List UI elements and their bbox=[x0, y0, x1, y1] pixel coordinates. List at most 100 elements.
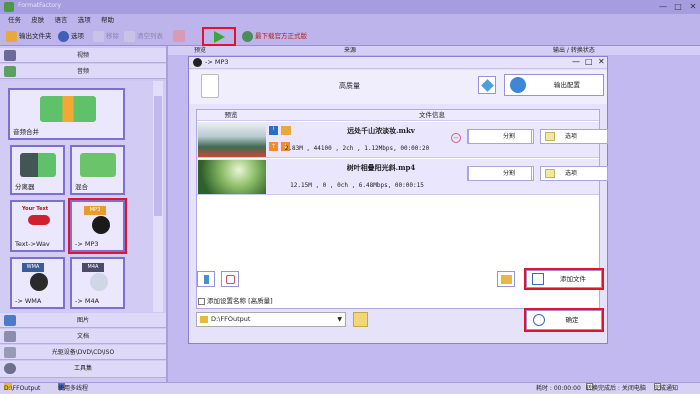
minimize-button[interactable]: — bbox=[656, 0, 670, 14]
splitter-icon bbox=[20, 153, 56, 177]
output-path-select[interactable]: D:\FFOutput ▼ bbox=[196, 312, 346, 327]
tile-text-to-wav[interactable]: Your Text Text->Wav bbox=[10, 200, 65, 252]
sidebar-category-audio[interactable]: 音频 bbox=[0, 64, 166, 79]
dialog-maximize-button[interactable]: □ bbox=[585, 57, 593, 66]
menu-language[interactable]: 语言 bbox=[54, 14, 67, 27]
play-icon bbox=[214, 31, 225, 43]
menu-bar: 任务 皮肤 语言 选项 帮助 bbox=[0, 14, 700, 27]
stop-button[interactable] bbox=[173, 30, 187, 43]
clear-icon bbox=[226, 275, 235, 284]
elapsed-time: 耗时 : 00:00:00 bbox=[536, 385, 581, 392]
info-icon[interactable]: i bbox=[269, 126, 278, 135]
output-config-label: 输出配置 bbox=[554, 81, 580, 89]
dialog-profile-bar: 高质量 输出配置 bbox=[189, 70, 607, 104]
maximize-button[interactable]: □ bbox=[671, 0, 685, 14]
remove-icon bbox=[93, 30, 104, 42]
table-header-preview: 预览 bbox=[197, 110, 265, 121]
folder-icon bbox=[6, 30, 17, 42]
split-button[interactable]: 分割 bbox=[468, 129, 532, 144]
remove-label: 移除 bbox=[106, 32, 119, 40]
audio-joiner-icon bbox=[40, 96, 96, 122]
add-folder-button[interactable] bbox=[497, 271, 515, 287]
title-bar: FormatFactory — □ ✕ bbox=[0, 0, 700, 14]
browse-folder-button[interactable] bbox=[353, 312, 368, 327]
disc-drive-icon bbox=[4, 347, 16, 358]
file-options-button[interactable]: 选项 bbox=[540, 129, 608, 144]
header-output: 输出 / 转换状态 bbox=[553, 47, 595, 54]
dialog-close-button[interactable]: ✕ bbox=[598, 57, 605, 66]
layers-button[interactable] bbox=[478, 76, 496, 94]
split-button[interactable]: 分割 bbox=[468, 166, 532, 181]
chevron-down-icon: ▼ bbox=[337, 316, 342, 323]
menu-skin[interactable]: 皮肤 bbox=[31, 14, 44, 27]
menu-task[interactable]: 任务 bbox=[8, 14, 21, 27]
options-button[interactable]: 选项 bbox=[58, 30, 84, 43]
close-button[interactable]: ✕ bbox=[686, 0, 700, 14]
category-video-label: 视频 bbox=[76, 52, 89, 59]
status-bar: D:\FFOutput 使用多线程 耗时 : 00:00:00 转换完成后 : … bbox=[0, 382, 700, 394]
m4a-disc-shape bbox=[90, 273, 108, 291]
file-options-label: 选项 bbox=[564, 170, 577, 177]
tools-icon bbox=[4, 363, 16, 374]
tile-to-wma-label: -> WMA bbox=[15, 297, 42, 305]
start-button[interactable] bbox=[202, 27, 236, 46]
lips-icon: Your Text bbox=[22, 206, 56, 232]
stop-icon bbox=[173, 30, 185, 42]
dialog-title-bar: -> MP3 — □ ✕ bbox=[189, 57, 607, 69]
clear-icon bbox=[124, 30, 135, 42]
dialog-title: -> MP3 bbox=[205, 58, 229, 66]
mix-icon bbox=[80, 153, 116, 177]
audio-split-button[interactable] bbox=[197, 271, 215, 287]
picture-icon bbox=[4, 315, 16, 326]
mp3-dialog: -> MP3 — □ ✕ 高质量 输出配置 预览 文件信息 i ↑ ↓ 远处千山… bbox=[188, 56, 608, 344]
after-convert-label: 转换完成后 : 关闭电脑 bbox=[586, 385, 646, 392]
table-row[interactable]: 树叶相叠阳光斜.mp4 12.15M , 0 , 0ch , 6.48Mbps,… bbox=[197, 159, 608, 195]
tile-audio-joiner-label: 音频合并 bbox=[13, 128, 39, 136]
output-folder-button[interactable]: 输出文件夹 bbox=[6, 30, 52, 43]
add-setting-name-checkbox[interactable]: 添加设置名称 [高质量] bbox=[198, 295, 273, 305]
output-folder-label: 输出文件夹 bbox=[19, 32, 52, 40]
highlight-to-mp3 bbox=[68, 198, 127, 254]
wma-badge: WMA bbox=[22, 263, 44, 272]
tile-to-m4a[interactable]: M4A -> M4A bbox=[70, 257, 125, 309]
file-name: 树叶相叠阳光斜.mp4 bbox=[346, 163, 416, 172]
menu-help[interactable]: 帮助 bbox=[101, 14, 114, 27]
highlight-add-file bbox=[524, 268, 604, 290]
waveform-icon bbox=[204, 275, 209, 284]
quality-label: 高质量 bbox=[339, 82, 360, 90]
table-row[interactable]: i ↑ ↓ 远处千山浓淡妆.mkv 2.83M , 44100 , 2ch , … bbox=[197, 122, 608, 158]
tile-splitter[interactable]: 分离器 bbox=[10, 145, 65, 195]
music-note-icon bbox=[4, 66, 16, 77]
m4a-badge: M4A bbox=[82, 263, 104, 272]
clear-files-button[interactable] bbox=[221, 271, 239, 287]
gear-icon bbox=[510, 77, 526, 93]
sidebar-category-picture[interactable]: 图片 bbox=[0, 313, 166, 328]
sidebar-category-tools[interactable]: 工具集 bbox=[0, 361, 166, 378]
sidebar-category-video[interactable]: 视频 bbox=[0, 48, 166, 63]
remove-file-icon[interactable]: − bbox=[451, 133, 461, 143]
file-thumbnail bbox=[198, 160, 266, 194]
notify-label: 完成通知 bbox=[654, 385, 679, 392]
sidebar-category-disc[interactable]: 光驱设备\DVD\CD\ISO bbox=[0, 345, 166, 360]
checkbox-box[interactable] bbox=[198, 297, 205, 305]
download-official-link[interactable]: 最下载官方正式版 bbox=[242, 30, 307, 43]
output-config-button[interactable]: 输出配置 bbox=[504, 74, 604, 96]
category-picture-label: 图片 bbox=[76, 317, 89, 324]
layers-icon bbox=[481, 79, 494, 92]
tile-mix[interactable]: 混合 bbox=[70, 145, 125, 195]
header-source: 来源 bbox=[344, 47, 357, 54]
m4a-icon: M4A bbox=[82, 263, 114, 293]
wma-disc-shape bbox=[30, 273, 48, 291]
options-doc-icon bbox=[545, 169, 555, 178]
menu-options[interactable]: 选项 bbox=[78, 14, 91, 27]
file-options-button[interactable]: 选项 bbox=[540, 166, 608, 181]
sidebar-scrollbar-thumb[interactable] bbox=[154, 96, 162, 216]
sidebar-category-document[interactable]: 文档 bbox=[0, 329, 166, 344]
highlight-ok bbox=[524, 308, 604, 332]
clear-list-button[interactable]: 清空列表 bbox=[124, 30, 163, 43]
status-path-label: D:\FFOutput bbox=[4, 385, 41, 392]
tile-to-wma[interactable]: WMA -> WMA bbox=[10, 257, 65, 309]
tile-audio-joiner[interactable]: 音频合并 bbox=[8, 88, 125, 140]
remove-button[interactable]: 移除 bbox=[93, 30, 119, 43]
dialog-minimize-button[interactable]: — bbox=[572, 57, 580, 66]
